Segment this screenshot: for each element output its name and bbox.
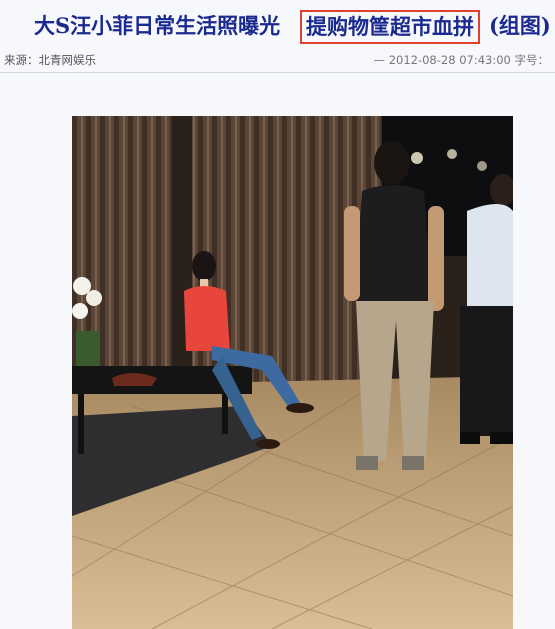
article-meta: 来源：北青网娱乐 — 2012-08-28 07:43:00 字号：: [0, 50, 555, 70]
headline-suffix: (组图): [489, 13, 551, 38]
source-label: 来源：北青网娱乐: [4, 53, 96, 67]
meta-right: — 2012-08-28 07:43:00 字号：: [374, 50, 549, 70]
article-headline: 大S汪小菲日常生活照曝光 提购物筐超市血拼 (组图): [0, 6, 555, 46]
photo-illustration: [72, 116, 513, 629]
headline-highlight: 提购物筐超市血拼: [300, 10, 480, 44]
article-photo: [72, 116, 513, 629]
headline-text: 大S汪小菲日常生活照曝光: [34, 13, 281, 38]
publish-datetime: — 2012-08-28 07:43:00: [373, 53, 511, 67]
font-size-label[interactable]: 字号：: [515, 53, 550, 67]
meta-divider: [0, 72, 555, 73]
